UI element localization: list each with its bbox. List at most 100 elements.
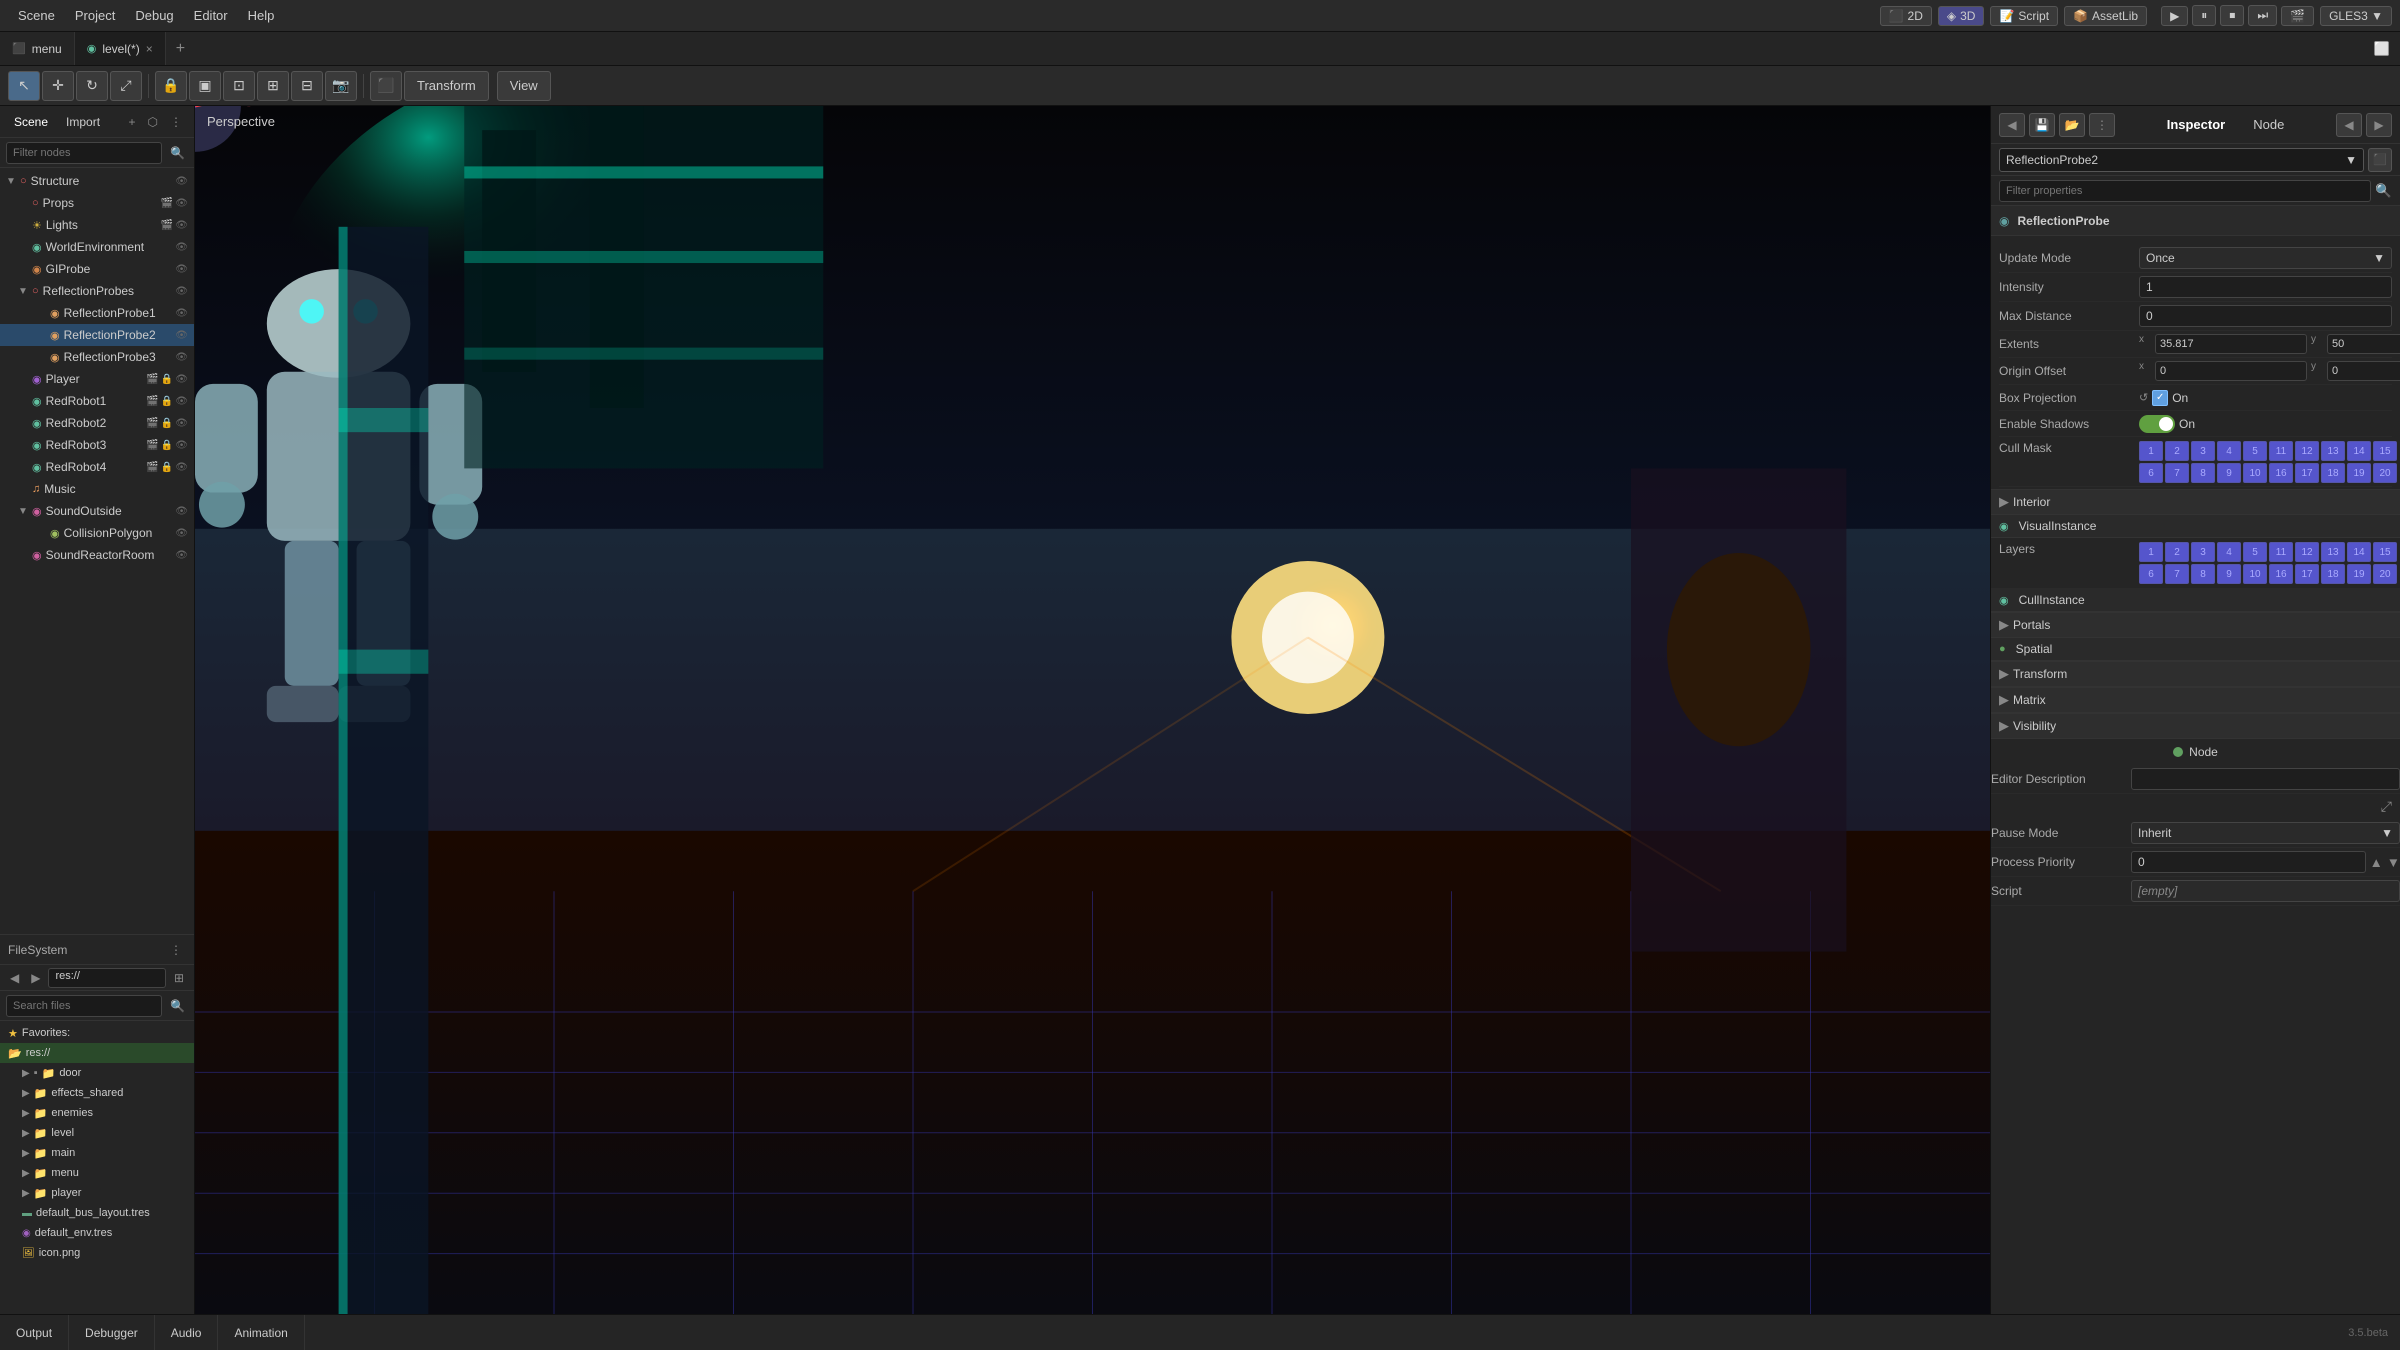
- camera-button[interactable]: 📷: [325, 71, 357, 101]
- rr3-movie-icon[interactable]: 🎬: [146, 440, 158, 451]
- select-tool-button[interactable]: ↖: [8, 71, 40, 101]
- fs-item-door[interactable]: ▶ ▪ 📁 door: [0, 1063, 194, 1083]
- inspector-load-icon[interactable]: 📂: [2059, 113, 2085, 137]
- fs-item-level[interactable]: ▶ 📁 level: [0, 1123, 194, 1143]
- rr4-eye-icon[interactable]: 👁: [175, 462, 188, 473]
- cull-cell-14[interactable]: 14: [2347, 441, 2371, 461]
- layer-cell-12[interactable]: 12: [2295, 542, 2319, 562]
- filter-search-icon[interactable]: 🔍: [166, 144, 189, 162]
- cull-cell-18[interactable]: 18: [2321, 463, 2345, 483]
- box-projection-reset-icon[interactable]: ↺: [2139, 391, 2148, 404]
- tab-node-inspector[interactable]: Node: [2241, 113, 2296, 136]
- structure-eye-icon[interactable]: 👁: [175, 176, 188, 187]
- lock-button[interactable]: 🔒: [155, 71, 187, 101]
- fs-item-menu[interactable]: ▶ 📁 menu: [0, 1163, 194, 1183]
- layer-cell-20[interactable]: 20: [2373, 564, 2397, 584]
- menu-help[interactable]: Help: [238, 0, 285, 31]
- assetlib-button[interactable]: 📦 AssetLib: [2064, 6, 2147, 26]
- layer-cell-15[interactable]: 15: [2373, 542, 2397, 562]
- tree-item-soundoutside[interactable]: ▼ ◉ SoundOutside 👁: [0, 500, 194, 522]
- movie-button[interactable]: 🎬: [2281, 6, 2314, 26]
- fs-item-main[interactable]: ▶ 📁 main: [0, 1143, 194, 1163]
- tab-close-icon[interactable]: ×: [146, 42, 153, 56]
- filter-nodes-input[interactable]: [6, 142, 162, 164]
- snap-button[interactable]: ⊞: [257, 71, 289, 101]
- layer-cell-9[interactable]: 9: [2217, 564, 2241, 584]
- maximize-button[interactable]: ⬜: [2364, 41, 2400, 57]
- tree-item-rr1[interactable]: ◉ RedRobot1 🎬 🔒 👁: [0, 390, 194, 412]
- rr3-lock-icon[interactable]: 🔒: [161, 440, 173, 451]
- tree-item-rr3[interactable]: ◉ RedRobot3 🎬 🔒 👁: [0, 434, 194, 456]
- move-tool-button[interactable]: ✛: [42, 71, 74, 101]
- inspector-history-back[interactable]: ◀: [1999, 113, 2025, 137]
- cull-cell-16[interactable]: 16: [2269, 463, 2293, 483]
- cull-cell-5[interactable]: 5: [2243, 441, 2267, 461]
- cull-cell-4[interactable]: 4: [2217, 441, 2241, 461]
- menu-scene[interactable]: Scene: [8, 0, 65, 31]
- cull-cell-10[interactable]: 10: [2243, 463, 2267, 483]
- inspector-nav-forward[interactable]: ▶: [2366, 113, 2392, 137]
- props-movie-icon[interactable]: 🎬: [161, 198, 173, 209]
- tree-item-worldenv[interactable]: ◉ WorldEnvironment 👁: [0, 236, 194, 258]
- soundoutside-eye-icon[interactable]: 👁: [175, 506, 188, 517]
- play-button[interactable]: ▶: [2161, 6, 2188, 26]
- tab-audio[interactable]: Audio: [155, 1315, 219, 1350]
- renderer-select[interactable]: GLES3 ▼: [2320, 6, 2392, 26]
- node-selector-btn[interactable]: ⬛: [2368, 148, 2392, 172]
- tree-item-collpoly[interactable]: ◉ CollisionPolygon 👁: [0, 522, 194, 544]
- tab-level[interactable]: ◉ level(*) ×: [75, 32, 166, 65]
- cull-cell-3[interactable]: 3: [2191, 441, 2215, 461]
- transform-label-btn[interactable]: Transform: [404, 71, 489, 101]
- layer-cell-14[interactable]: 14: [2347, 542, 2371, 562]
- reflprobes-eye-icon[interactable]: 👁: [175, 286, 188, 297]
- cull-cell-13[interactable]: 13: [2321, 441, 2345, 461]
- section-visibility[interactable]: ▶ Visibility: [1991, 713, 2400, 739]
- rr4-lock-icon[interactable]: 🔒: [161, 462, 173, 473]
- cull-cell-17[interactable]: 17: [2295, 463, 2319, 483]
- cull-cell-20[interactable]: 20: [2373, 463, 2397, 483]
- tree-item-music[interactable]: ♫ Music: [0, 478, 194, 500]
- search-files-icon[interactable]: 🔍: [166, 997, 189, 1015]
- tree-item-rp2[interactable]: ◉ ReflectionProbe2 👁: [0, 324, 194, 346]
- layer-cell-5[interactable]: 5: [2243, 542, 2267, 562]
- tab-import[interactable]: Import: [60, 112, 106, 132]
- giprobe-eye-icon[interactable]: 👁: [175, 264, 188, 275]
- cull-cell-9[interactable]: 9: [2217, 463, 2241, 483]
- filesystem-menu-button[interactable]: ⋮: [166, 941, 186, 959]
- rr4-movie-icon[interactable]: 🎬: [146, 462, 158, 473]
- rr2-movie-icon[interactable]: 🎬: [146, 418, 158, 429]
- scale-tool-button[interactable]: ⤢: [110, 71, 142, 101]
- origin-x-input[interactable]: [2155, 361, 2307, 381]
- tree-item-structure[interactable]: ▼ ○ Structure 👁: [0, 170, 194, 192]
- cull-cell-11[interactable]: 11: [2269, 441, 2293, 461]
- player-eye-icon[interactable]: 👁: [175, 374, 188, 385]
- tab-inspector[interactable]: Inspector: [2155, 113, 2238, 136]
- rr1-eye-icon[interactable]: 👁: [175, 396, 188, 407]
- rr1-lock-icon[interactable]: 🔒: [161, 396, 173, 407]
- menu-project[interactable]: Project: [65, 0, 125, 31]
- rr2-lock-icon[interactable]: 🔒: [161, 418, 173, 429]
- layer-cell-17[interactable]: 17: [2295, 564, 2319, 584]
- worldenv-eye-icon[interactable]: 👁: [175, 242, 188, 253]
- lights-eye-icon[interactable]: 👁: [175, 220, 188, 231]
- tree-item-rp1[interactable]: ◉ ReflectionProbe1 👁: [0, 302, 194, 324]
- cull-cell-15[interactable]: 15: [2373, 441, 2397, 461]
- lights-movie-icon[interactable]: 🎬: [161, 220, 173, 231]
- nav-back-button[interactable]: ◀: [6, 969, 23, 987]
- inspector-menu-icon[interactable]: ⋮: [2089, 113, 2115, 137]
- fs-item-icon[interactable]: 🖼 icon.png: [0, 1243, 194, 1263]
- rotate-tool-button[interactable]: ↻: [76, 71, 108, 101]
- layer-cell-7[interactable]: 7: [2165, 564, 2189, 584]
- layer-cell-3[interactable]: 3: [2191, 542, 2215, 562]
- cull-cell-12[interactable]: 12: [2295, 441, 2319, 461]
- tab-menu[interactable]: ⬛ menu: [0, 32, 75, 65]
- solid-button[interactable]: ⬛: [370, 71, 402, 101]
- mode-3d-button[interactable]: ◈ 3D: [1938, 6, 1985, 26]
- rp2-eye-icon[interactable]: 👁: [175, 330, 188, 341]
- pause-button[interactable]: ⏸: [2192, 5, 2216, 26]
- tab-animation[interactable]: Animation: [218, 1315, 304, 1350]
- tree-item-rp3[interactable]: ◉ ReflectionProbe3 👁: [0, 346, 194, 368]
- section-portals[interactable]: ▶ Portals: [1991, 612, 2400, 638]
- tree-item-giprobe[interactable]: ◉ GIProbe 👁: [0, 258, 194, 280]
- origin-y-input[interactable]: [2327, 361, 2400, 381]
